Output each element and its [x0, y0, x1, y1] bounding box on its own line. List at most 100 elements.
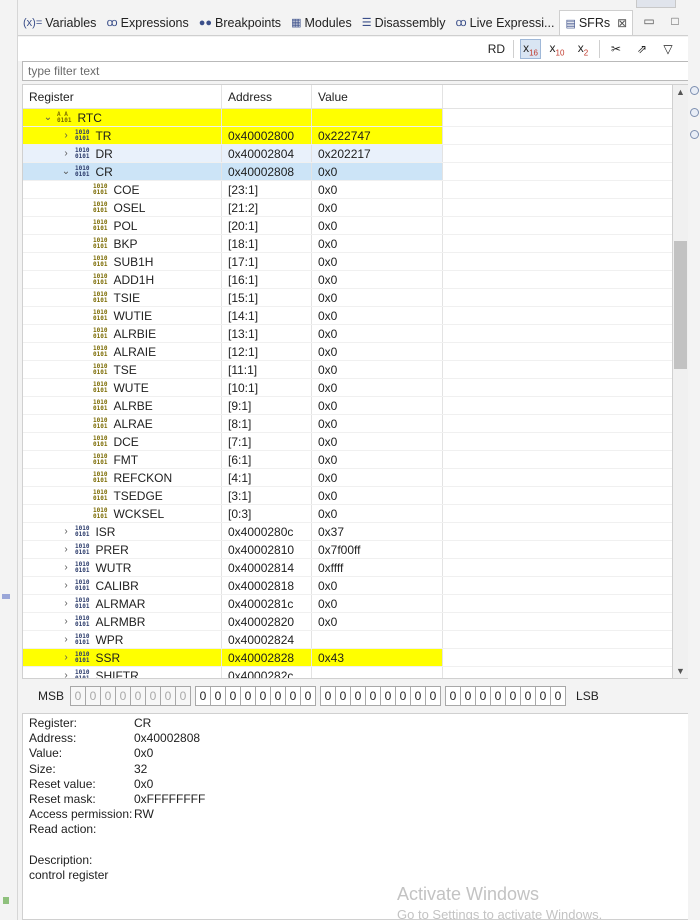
- bit-toggle[interactable]: 0: [505, 686, 522, 706]
- maximize-icon[interactable]: □: [668, 14, 682, 28]
- table-row[interactable]: ⌄ A A 0101 RTC: [23, 109, 672, 127]
- scroll-down-icon[interactable]: ▼: [676, 666, 685, 676]
- overview-marker[interactable]: [2, 594, 10, 599]
- bit-toggle[interactable]: 0: [300, 686, 317, 706]
- tab-variables[interactable]: (x)= Variables: [18, 10, 101, 35]
- view-menu-chevron-down-icon[interactable]: ▽: [658, 39, 678, 59]
- value-cell[interactable]: 0x0: [312, 397, 443, 414]
- table-row[interactable]: › 1010 0101 PRER 0x40002810 0x7f00ff: [23, 541, 672, 559]
- bit-toggle[interactable]: 0: [445, 686, 462, 706]
- filter-input[interactable]: type filter text: [22, 61, 689, 81]
- value-cell[interactable]: 0x0: [312, 379, 443, 396]
- table-row[interactable]: 1010 0101 POL [20:1] 0x0: [23, 217, 672, 235]
- table-row[interactable]: 1010 0101 WCKSEL [0:3] 0x0: [23, 505, 672, 523]
- expand-chevron-icon[interactable]: ›: [61, 127, 71, 144]
- bit-toggle[interactable]: 0: [210, 686, 227, 706]
- binary-format-button[interactable]: x2: [573, 39, 593, 59]
- expand-chevron-icon[interactable]: ›: [61, 595, 71, 612]
- trim-icon[interactable]: [690, 130, 699, 139]
- tab-breakpoints[interactable]: ●● Breakpoints: [194, 10, 286, 35]
- expand-chevron-icon[interactable]: ›: [61, 667, 71, 679]
- value-cell[interactable]: [312, 667, 443, 678]
- overview-marker-green[interactable]: [3, 897, 9, 904]
- bit-toggle[interactable]: 0: [410, 686, 427, 706]
- table-row[interactable]: › 1010 0101 CALIBR 0x40002818 0x0: [23, 577, 672, 595]
- table-row[interactable]: › 1010 0101 SSR 0x40002828 0x43: [23, 649, 672, 667]
- table-row[interactable]: 1010 0101 TSIE [15:1] 0x0: [23, 289, 672, 307]
- expand-chevron-icon[interactable]: ›: [61, 631, 71, 648]
- table-row[interactable]: › 1010 0101 WPR 0x40002824: [23, 631, 672, 649]
- value-cell[interactable]: 0x0: [312, 163, 443, 180]
- table-row[interactable]: › 1010 0101 SHIFTR 0x4000282c: [23, 667, 672, 679]
- export-icon[interactable]: ⇗: [632, 39, 652, 59]
- value-cell[interactable]: 0x0: [312, 469, 443, 486]
- table-row[interactable]: 1010 0101 TSEDGE [3:1] 0x0: [23, 487, 672, 505]
- value-cell[interactable]: 0x43: [312, 649, 443, 666]
- bit-toggle[interactable]: 0: [270, 686, 287, 706]
- value-cell[interactable]: 0x0: [312, 433, 443, 450]
- expand-chevron-icon[interactable]: ›: [61, 541, 71, 558]
- bit-toggle[interactable]: 0: [380, 686, 397, 706]
- table-row[interactable]: 1010 0101 ADD1H [16:1] 0x0: [23, 271, 672, 289]
- bit-toggle[interactable]: 0: [255, 686, 272, 706]
- column-header-value[interactable]: Value: [312, 85, 443, 108]
- toolbar-handle[interactable]: [636, 0, 676, 8]
- trim-icon[interactable]: [690, 108, 699, 117]
- table-row[interactable]: › 1010 0101 WUTR 0x40002814 0xffff: [23, 559, 672, 577]
- minimize-icon[interactable]: ▭: [642, 14, 656, 28]
- value-cell[interactable]: 0x0: [312, 487, 443, 504]
- value-cell[interactable]: 0x0: [312, 613, 443, 630]
- value-cell[interactable]: 0x37: [312, 523, 443, 540]
- bit-toggle[interactable]: 0: [240, 686, 257, 706]
- table-row[interactable]: › 1010 0101 ALRMBR 0x40002820 0x0: [23, 613, 672, 631]
- tab-live-expressi[interactable]: ꝏ Live Expressi...: [450, 10, 559, 35]
- table-row[interactable]: 1010 0101 SUB1H [17:1] 0x0: [23, 253, 672, 271]
- read-button[interactable]: RD: [486, 39, 507, 59]
- bit-toggle[interactable]: 0: [365, 686, 382, 706]
- table-row[interactable]: › 1010 0101 DR 0x40002804 0x202217: [23, 145, 672, 163]
- value-cell[interactable]: [312, 109, 443, 126]
- table-row[interactable]: ⌄ 1010 0101 CR 0x40002808 0x0: [23, 163, 672, 181]
- table-row[interactable]: › 1010 0101 ISR 0x4000280c 0x37: [23, 523, 672, 541]
- bit-toggle[interactable]: 0: [225, 686, 242, 706]
- value-cell[interactable]: 0x0: [312, 595, 443, 612]
- bit-toggle[interactable]: 0: [425, 686, 442, 706]
- value-cell[interactable]: 0x0: [312, 343, 443, 360]
- column-header-register[interactable]: Register: [23, 85, 222, 108]
- table-row[interactable]: 1010 0101 DCE [7:1] 0x0: [23, 433, 672, 451]
- value-cell[interactable]: 0x0: [312, 505, 443, 522]
- table-row[interactable]: 1010 0101 WUTIE [14:1] 0x0: [23, 307, 672, 325]
- value-cell[interactable]: 0x0: [312, 181, 443, 198]
- bit-toggle[interactable]: 0: [285, 686, 302, 706]
- collapse-chevron-icon[interactable]: ⌄: [43, 109, 53, 126]
- bit-toggle[interactable]: 0: [335, 686, 352, 706]
- value-cell[interactable]: 0xffff: [312, 559, 443, 576]
- expand-chevron-icon[interactable]: ›: [61, 523, 71, 540]
- bit-toggle[interactable]: 0: [475, 686, 492, 706]
- value-cell[interactable]: 0x0: [312, 289, 443, 306]
- value-cell[interactable]: 0x0: [312, 361, 443, 378]
- value-cell[interactable]: 0x202217: [312, 145, 443, 162]
- scroll-up-icon[interactable]: ▲: [676, 87, 685, 97]
- bit-toggle[interactable]: 0: [520, 686, 537, 706]
- table-row[interactable]: 1010 0101 ALRBIE [13:1] 0x0: [23, 325, 672, 343]
- table-row[interactable]: 1010 0101 ALRAIE [12:1] 0x0: [23, 343, 672, 361]
- tab-expressions[interactable]: ꝏ Expressions: [101, 10, 193, 35]
- expand-chevron-icon[interactable]: ›: [61, 145, 71, 162]
- value-cell[interactable]: 0x0: [312, 271, 443, 288]
- bit-toggle[interactable]: 0: [460, 686, 477, 706]
- value-cell[interactable]: 0x0: [312, 307, 443, 324]
- table-row[interactable]: 1010 0101 TSE [11:1] 0x0: [23, 361, 672, 379]
- expand-chevron-icon[interactable]: ›: [61, 613, 71, 630]
- table-row[interactable]: › 1010 0101 TR 0x40002800 0x222747: [23, 127, 672, 145]
- configure-icon[interactable]: ✂: [606, 39, 626, 59]
- decimal-format-button[interactable]: x10: [547, 39, 567, 59]
- expand-chevron-icon[interactable]: ›: [61, 649, 71, 666]
- collapse-chevron-icon[interactable]: ⌄: [61, 163, 71, 180]
- table-row[interactable]: 1010 0101 COE [23:1] 0x0: [23, 181, 672, 199]
- value-cell[interactable]: 0x222747: [312, 127, 443, 144]
- bit-toggle[interactable]: 0: [320, 686, 337, 706]
- value-cell[interactable]: 0x0: [312, 577, 443, 594]
- table-row[interactable]: › 1010 0101 ALRMAR 0x4000281c 0x0: [23, 595, 672, 613]
- tab-disassembly[interactable]: ☰ Disassembly: [357, 10, 451, 35]
